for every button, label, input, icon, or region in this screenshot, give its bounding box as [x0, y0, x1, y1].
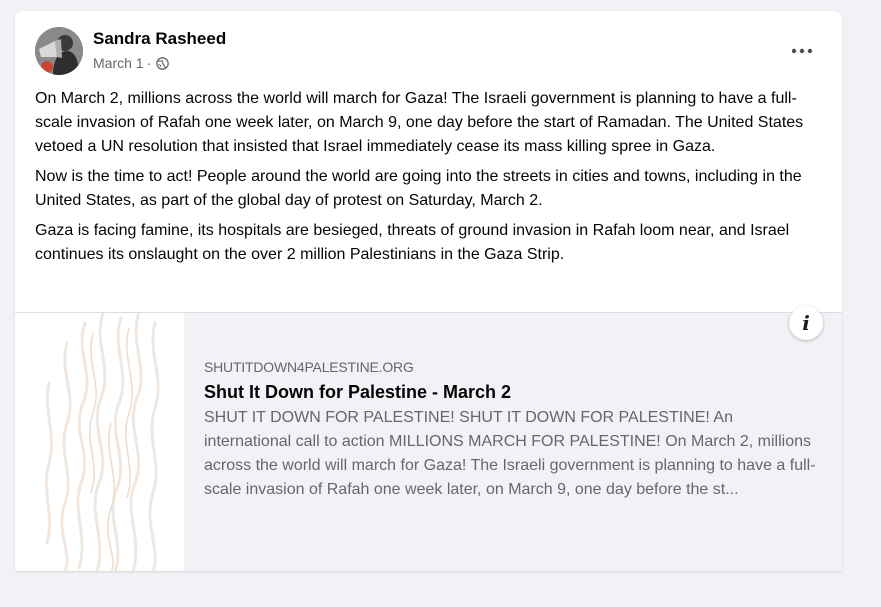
link-thumbnail[interactable] — [15, 313, 184, 571]
author-avatar[interactable] — [35, 27, 83, 75]
post-meta: March 1 · — [93, 55, 170, 71]
author-name[interactable]: Sandra Rasheed — [93, 29, 226, 49]
link-domain: SHUTITDOWN4PALESTINE.ORG — [204, 359, 414, 375]
link-title[interactable]: Shut It Down for Palestine - March 2 — [204, 382, 819, 403]
info-button[interactable]: i — [789, 306, 823, 340]
post-body: On March 2, millions across the world wi… — [35, 87, 825, 273]
avatar-image — [35, 27, 83, 75]
more-options-icon[interactable] — [788, 37, 816, 65]
link-preview[interactable]: i SHUTITDOWN4PALESTINE.ORG Shut It Down … — [15, 306, 842, 571]
link-description: SHUT IT DOWN FOR PALESTINE! SHUT IT DOWN… — [204, 409, 816, 498]
post-header: Sandra Rasheed March 1 · — [15, 11, 842, 83]
post-card: Sandra Rasheed March 1 · On March 2, mil… — [15, 11, 842, 571]
thumbnail-image — [15, 313, 184, 571]
globe-icon[interactable] — [156, 56, 170, 70]
post-paragraph: Now is the time to act! People around th… — [35, 168, 802, 209]
meta-separator: · — [146, 55, 152, 71]
link-preview-text: SHUTITDOWN4PALESTINE.ORG Shut It Down fo… — [204, 359, 819, 502]
post-date[interactable]: March 1 — [93, 55, 144, 71]
post-paragraph: On March 2, millions across the world wi… — [35, 90, 804, 155]
post-paragraph: Gaza is facing famine, its hospitals are… — [35, 222, 790, 263]
